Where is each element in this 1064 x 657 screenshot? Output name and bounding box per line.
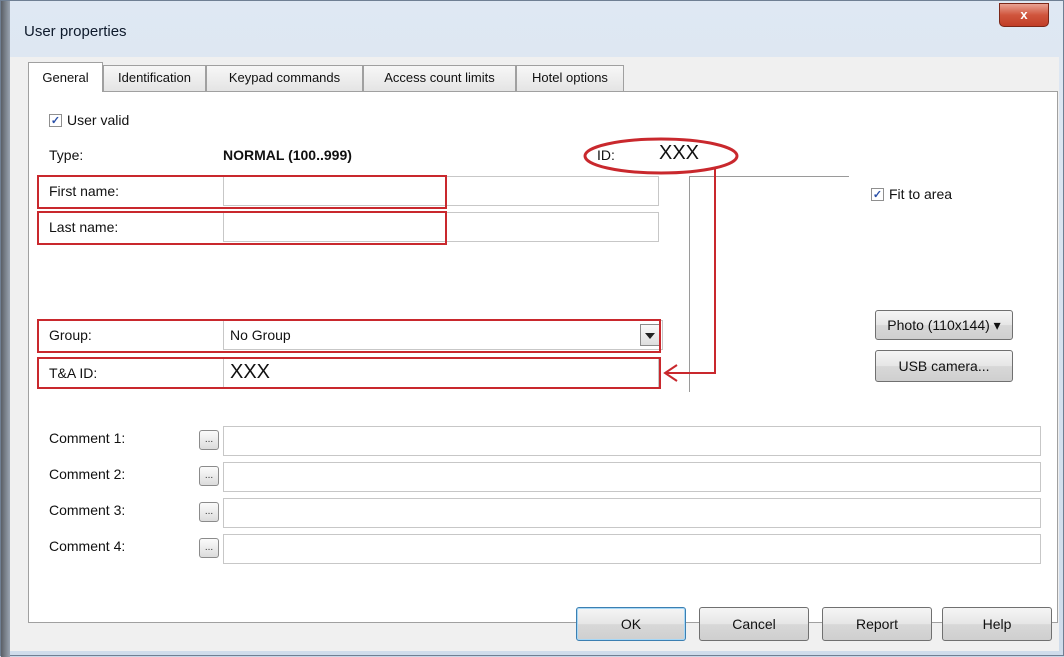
close-button[interactable]: x (999, 3, 1049, 27)
ok-button[interactable]: OK (576, 607, 686, 641)
usb-camera-button-label: USB camera... (898, 358, 990, 374)
type-label: Type: (49, 147, 84, 163)
ta-id-highlight (37, 357, 661, 389)
tab-label: General (42, 70, 89, 85)
last-name-highlight (37, 211, 447, 245)
tab-label: Keypad commands (228, 70, 341, 85)
photo-menu-button[interactable]: Photo (110x144) ▾ (875, 310, 1013, 340)
first-name-highlight (37, 175, 447, 209)
type-value: NORMAL (100..999) (223, 147, 352, 163)
fit-to-area-label: Fit to area (889, 186, 953, 202)
ellipsis-icon: ... (204, 506, 214, 517)
comment-1-ellipsis-button[interactable]: ... (199, 430, 219, 450)
checkmark-icon: ✓ (50, 115, 61, 127)
cancel-button[interactable]: Cancel (699, 607, 809, 641)
comment-2-ellipsis-button[interactable]: ... (199, 466, 219, 486)
report-button-label: Report (855, 616, 899, 632)
ellipsis-icon: ... (204, 434, 214, 445)
dialog-client: General Identification Keypad commands A… (10, 57, 1059, 651)
comment-4-input[interactable] (223, 534, 1041, 564)
id-label: ID: (597, 147, 615, 163)
ellipsis-icon: ... (204, 470, 214, 481)
help-button-label: Help (982, 616, 1012, 632)
comment-1-input[interactable] (223, 426, 1041, 456)
ok-button-label: OK (620, 616, 642, 632)
dialog-window: User properties x General Identification… (0, 0, 1064, 657)
comment-2-input[interactable] (223, 462, 1041, 492)
comment-2-label: Comment 2: (49, 466, 126, 482)
tab-hotel-options[interactable]: Hotel options (516, 65, 624, 91)
photo-frame-top (689, 176, 849, 177)
tab-identification[interactable]: Identification (103, 65, 206, 91)
report-button[interactable]: Report (822, 607, 932, 641)
comment-4-label: Comment 4: (49, 538, 126, 554)
group-highlight (37, 319, 661, 353)
comment-3-ellipsis-button[interactable]: ... (199, 502, 219, 522)
checkmark-icon: ✓ (872, 189, 883, 201)
tab-label: Hotel options (532, 70, 608, 85)
comment-4-ellipsis-button[interactable]: ... (199, 538, 219, 558)
user-valid-checkbox[interactable]: ✓ (49, 114, 62, 127)
ellipsis-icon: ... (204, 542, 214, 553)
tab-general[interactable]: General (28, 62, 103, 92)
cancel-button-label: Cancel (732, 616, 776, 632)
usb-camera-button[interactable]: USB camera... (875, 350, 1013, 382)
tab-keypad-commands[interactable]: Keypad commands (206, 65, 363, 91)
help-button[interactable]: Help (942, 607, 1052, 641)
photo-frame-left (689, 176, 690, 392)
tab-label: Access count limits (384, 70, 495, 85)
tab-access-count-limits[interactable]: Access count limits (363, 65, 516, 91)
background-edge (1, 1, 10, 657)
close-icon: x (1020, 7, 1028, 22)
comment-3-label: Comment 3: (49, 502, 126, 518)
comment-3-input[interactable] (223, 498, 1041, 528)
comment-1-label: Comment 1: (49, 430, 126, 446)
title-bar: User properties x (10, 1, 1063, 57)
tab-label: Identification (118, 70, 191, 85)
photo-button-label: Photo (110x144) ▾ (887, 317, 1001, 333)
fit-to-area-checkbox[interactable]: ✓ (871, 188, 884, 201)
id-value: XXX (659, 142, 700, 164)
window-title: User properties (24, 23, 127, 40)
user-valid-label: User valid (67, 112, 130, 128)
